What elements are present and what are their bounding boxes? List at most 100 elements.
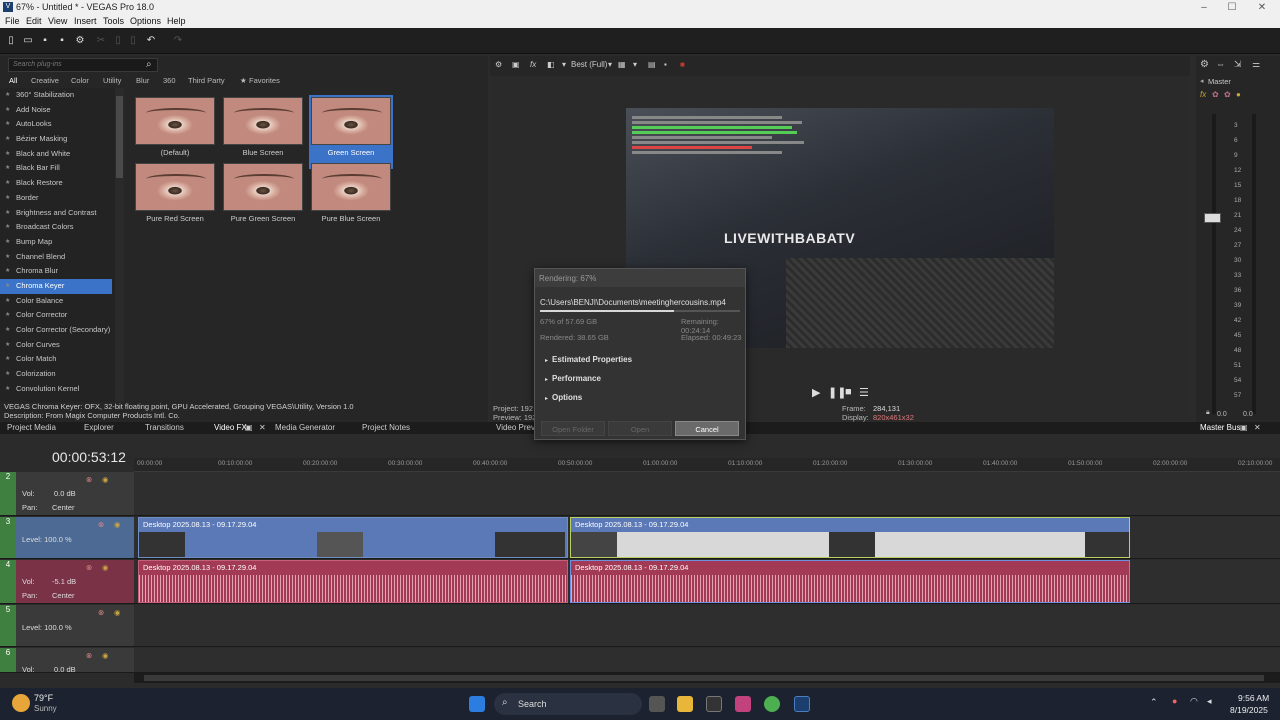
file-explorer-icon[interactable]	[677, 696, 693, 712]
estimated-properties-expander[interactable]: ▸ Estimated Properties	[545, 355, 632, 364]
tab-master-bus[interactable]: Master Bus	[1200, 423, 1240, 432]
tab-media-generator[interactable]: Media Generator	[275, 423, 335, 432]
mixer-sliders-icon[interactable]: ⚌	[1252, 59, 1260, 70]
preset-blue-screen[interactable]: Blue Screen	[221, 95, 305, 169]
solo-icon[interactable]: ◉	[114, 520, 121, 529]
plugin-item[interactable]: Convolution Kernel	[0, 382, 124, 397]
master-fader-handle[interactable]	[1204, 213, 1221, 223]
minimize-icon[interactable]: –	[1190, 0, 1218, 15]
plugin-item[interactable]: Color Corrector (Secondary)	[0, 323, 124, 338]
split-screen-icon[interactable]: ◧	[547, 60, 555, 69]
plugin-item[interactable]: Brightness and Contrast	[0, 206, 124, 221]
plugin-item[interactable]: Border	[0, 191, 124, 206]
timeline-timecode[interactable]: 00:00:53:12	[0, 444, 134, 470]
maximize-icon[interactable]: ☐	[1218, 0, 1246, 15]
menu-view[interactable]: View	[48, 16, 67, 26]
plugin-item[interactable]: Color Curves	[0, 338, 124, 353]
weather-temp[interactable]: 79°F	[34, 693, 53, 703]
save-icon[interactable]: ▪	[40, 36, 50, 46]
solo-icon[interactable]: ◉	[102, 475, 109, 484]
notepad-icon[interactable]	[706, 696, 722, 712]
solo-icon[interactable]: ◉	[114, 608, 121, 617]
external-monitor-icon[interactable]: ▣	[512, 60, 520, 69]
undock-icon[interactable]: ▣	[1240, 423, 1248, 432]
solo-icon[interactable]: ✿	[1224, 90, 1231, 99]
tab-transitions[interactable]: Transitions	[145, 423, 184, 432]
tab-creative[interactable]: Creative	[31, 76, 59, 85]
tab-all[interactable]: All	[9, 76, 17, 85]
mute-icon[interactable]: ✿	[1212, 90, 1219, 99]
task-view-icon[interactable]	[649, 696, 665, 712]
plugin-search-input[interactable]: Search plug-ins	[8, 58, 158, 72]
video-clip[interactable]: Desktop 2025.08.13 - 09.17.29.04	[138, 517, 568, 558]
chrome-icon[interactable]	[764, 696, 780, 712]
audio-lane-empty[interactable]	[134, 472, 1280, 516]
plugin-list-scrollbar[interactable]	[115, 88, 124, 402]
vegas-taskbar-icon[interactable]	[794, 696, 810, 712]
video-lane-empty[interactable]	[134, 605, 1280, 647]
tab-color[interactable]: Color	[71, 76, 89, 85]
tab-explorer[interactable]: Explorer	[84, 423, 114, 432]
weather-sun-icon[interactable]	[12, 694, 30, 712]
plugin-item[interactable]: Add Noise	[0, 103, 124, 118]
performance-expander[interactable]: ▸ Performance	[545, 374, 601, 383]
plugin-item-selected[interactable]: Chroma Keyer	[0, 278, 112, 294]
close-icon[interactable]: ✕	[1248, 0, 1276, 15]
play-icon[interactable]: ▶	[812, 386, 820, 399]
mute-icon[interactable]: ⊗	[98, 520, 104, 529]
clock-date[interactable]: 8/19/2025	[1230, 705, 1268, 715]
grid-icon[interactable]: ▦	[618, 60, 626, 69]
solo-icon[interactable]: ◉	[102, 563, 109, 572]
plugin-item[interactable]: 360° Stabilization	[0, 88, 124, 103]
plugin-item[interactable]: Black Restore	[0, 176, 124, 191]
menu-insert[interactable]: Insert	[74, 16, 97, 26]
chevron-down-icon[interactable]: ▾	[562, 60, 566, 69]
solo-icon[interactable]: ◉	[102, 651, 109, 660]
tab-project-media[interactable]: Project Media	[7, 423, 56, 432]
chevron-up-icon[interactable]: ⌃	[1150, 697, 1158, 708]
timeline-scrollbar[interactable]	[134, 673, 1280, 683]
plugin-item[interactable]: Bump Map	[0, 235, 124, 250]
volume-icon[interactable]: ◂	[1207, 696, 1212, 707]
mute-icon[interactable]: ⊗	[98, 608, 104, 617]
plugin-item[interactable]: Color Match	[0, 352, 124, 367]
plugin-item[interactable]: Color Balance	[0, 294, 124, 309]
save-as-icon[interactable]: ▪	[57, 36, 67, 46]
weather-desc[interactable]: Sunny	[34, 704, 57, 713]
menu-help[interactable]: Help	[167, 16, 186, 26]
close-icon[interactable]: ✕	[1254, 423, 1261, 432]
tab-third-party[interactable]: Third Party	[188, 76, 225, 85]
fx-icon[interactable]: fx	[530, 60, 536, 69]
new-file-icon[interactable]: ▯	[6, 36, 16, 46]
mixer-options-icon[interactable]: ⇔	[1216, 59, 1225, 69]
time-ruler[interactable]: 00:00:00 00:10:00:00 00:20:00:00 00:30:0…	[134, 458, 1280, 472]
plugin-item[interactable]: Bézier Masking	[0, 132, 124, 147]
tab-utility[interactable]: Utility	[103, 76, 121, 85]
pause-icon[interactable]: ❚❚	[828, 386, 846, 399]
gear-icon[interactable]: ⚙	[495, 60, 502, 69]
audio-lane-empty[interactable]	[134, 648, 1280, 673]
audio-clip[interactable]: Desktop 2025.08.13 - 09.17.29.04	[138, 560, 568, 603]
track-header-video[interactable]: 5 Level: 100.0 % ⊗ ◉	[0, 605, 134, 647]
menu-tools[interactable]: Tools	[103, 16, 124, 26]
audio-clip-selected[interactable]: Desktop 2025.08.13 - 09.17.29.04	[570, 560, 1130, 603]
copy-icon[interactable]: ▯	[113, 36, 123, 46]
preset-default[interactable]: (Default)	[133, 95, 217, 169]
mute-icon[interactable]: ⊗	[86, 475, 92, 484]
plugin-item[interactable]: Channel Blend	[0, 250, 124, 265]
plugin-item[interactable]: Color Corrector	[0, 308, 124, 323]
paste-icon[interactable]: ▯	[128, 36, 138, 46]
track-header-video[interactable]: 3 Level: 100.0 % ⊗ ◉	[0, 517, 134, 559]
downmix-icon[interactable]: ⇲	[1234, 59, 1242, 70]
tab-video-fx[interactable]: Video FX	[214, 423, 247, 432]
track-header-audio[interactable]: 6 Vol: 0.0 dB ⊗ ◉	[0, 648, 134, 674]
track-header-audio[interactable]: 4 Vol: -5.1 dB Pan: Center ⊗ ◉	[0, 560, 134, 604]
preset-green-screen[interactable]: Green Screen	[309, 95, 393, 169]
open-folder-icon[interactable]: ▭	[23, 36, 33, 46]
menu-file[interactable]: File	[5, 16, 20, 26]
close-icon[interactable]: ✕	[259, 423, 266, 432]
options-expander[interactable]: ▸ Options	[545, 393, 582, 402]
scrollbar-thumb[interactable]	[116, 96, 123, 178]
preset-pure-green-screen[interactable]: Pure Green Screen	[221, 161, 305, 235]
mute-icon[interactable]: ⊗	[86, 651, 92, 660]
